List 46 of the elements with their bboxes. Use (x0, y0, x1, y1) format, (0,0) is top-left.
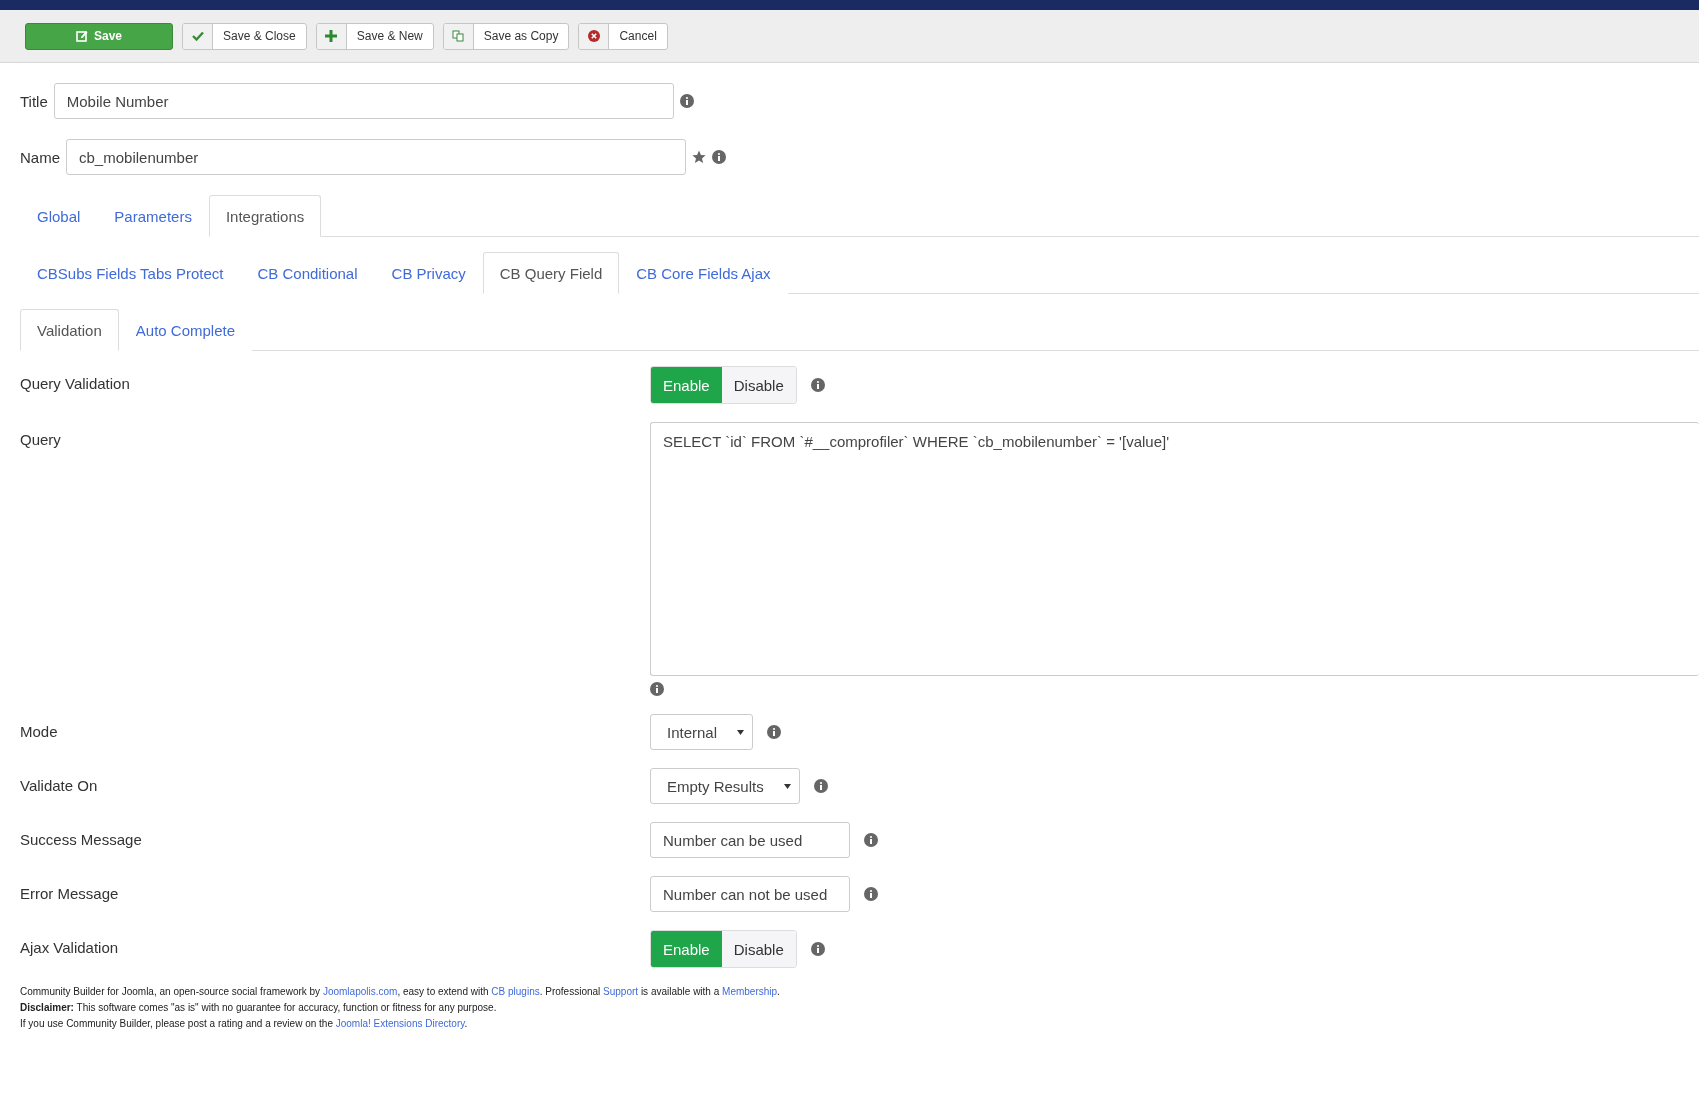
field-label: Query Validation (20, 374, 131, 394)
toolbar-button[interactable]: Cancel (578, 22, 668, 50)
cancel-icon (587, 30, 600, 42)
info-icon (650, 682, 664, 696)
field-label: Success Message (20, 830, 143, 850)
field-label: Name (20, 148, 60, 166)
select-dropdown[interactable]: Empty Results (650, 768, 800, 804)
text-field[interactable]: cb_mobilenumber (66, 139, 686, 175)
footer-text: Disclaimer: This software comes "as is" with no guarantee for accuracy, function or fitness for any purpose. (20, 1001, 498, 1015)
field-label: Error Message (20, 884, 120, 904)
checkmark-icon (191, 31, 204, 41)
plus-icon (325, 30, 338, 42)
info-icon (864, 887, 878, 901)
info-icon (864, 833, 878, 847)
caret-icon (783, 783, 791, 789)
text-field[interactable]: Mobile Number (53, 83, 674, 119)
toolbar-button[interactable]: Save & New (315, 22, 434, 50)
field-label: Mode (20, 722, 59, 742)
info-icon (813, 779, 828, 793)
footer-link[interactable]: Support (603, 986, 639, 997)
text-field[interactable]: Number can be used (650, 822, 850, 858)
info-icon (712, 150, 726, 164)
toggle-option[interactable]: Disable (721, 367, 796, 403)
text-field[interactable]: Number can not be used (650, 876, 850, 912)
field-label: Ajax Validation (20, 938, 120, 958)
edit-icon (76, 30, 88, 42)
toolbar-button[interactable]: Save as Copy (442, 22, 570, 50)
toolbar-button[interactable]: Save & Close (182, 22, 307, 50)
tab[interactable]: CB Query Field (482, 252, 620, 294)
field-label: Validate On (20, 776, 99, 796)
footer-text: If you use Community Builder, please post a rating and a review on the Joomla! Extensions Directory. (20, 1017, 469, 1031)
tab[interactable]: Integrations (208, 195, 322, 237)
field-label: Query (20, 430, 62, 450)
query-textarea[interactable]: SELECT `id` FROM `#__comprofiler` WHERE `cb_mobilenumber` = '[value]' (650, 422, 1699, 676)
info-icon (679, 94, 694, 108)
footer-text: Community Builder for Joomla, an open-source social framework by Joomlapolis.com, easy to extend with CB plugins. Professional Support is available with a Membership. (20, 985, 781, 999)
info-icon (810, 942, 825, 956)
select-dropdown[interactable]: Internal (650, 714, 754, 750)
caret-icon (737, 729, 745, 735)
info-icon (810, 378, 825, 392)
copy-icon (452, 30, 465, 42)
toggle-option[interactable]: Disable (721, 931, 796, 967)
footer-link[interactable]: CB plugins (491, 986, 540, 997)
info-icon (767, 725, 782, 739)
field-label: Title (20, 92, 48, 110)
tab[interactable]: Validation (20, 309, 119, 351)
